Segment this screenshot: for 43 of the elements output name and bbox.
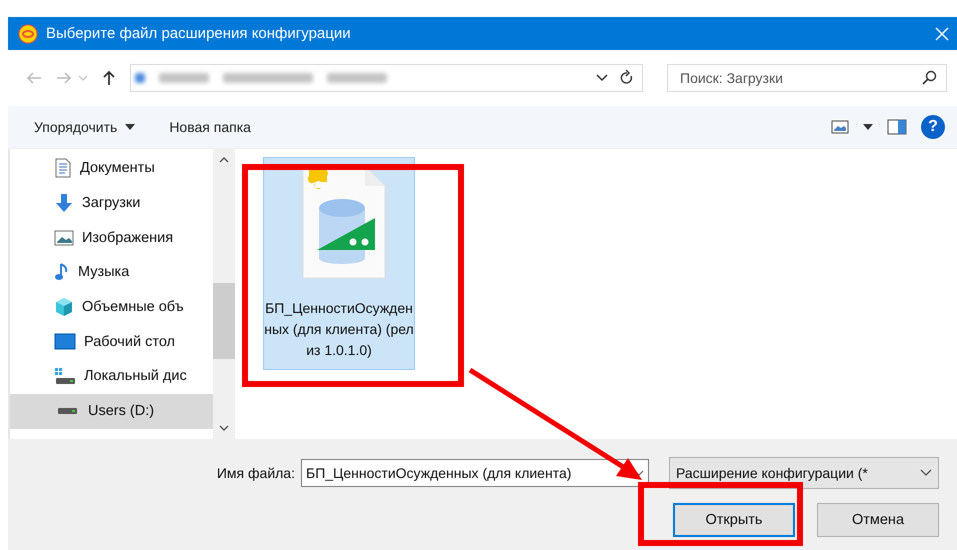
window-title: Выберите файл расширения конфигурации: [46, 25, 352, 42]
search-icon: [921, 70, 937, 86]
new-folder-button[interactable]: Новая папка: [159, 115, 261, 139]
scrollbar[interactable]: [213, 149, 235, 439]
chevron-down-icon: [920, 469, 932, 477]
sidebar-item[interactable]: Рабочий стол: [10, 324, 213, 360]
refresh-icon[interactable]: [620, 70, 634, 86]
document-icon: [54, 158, 72, 178]
caret-icon[interactable]: [863, 124, 873, 130]
disk-drive-icon: [54, 367, 76, 386]
cancel-button[interactable]: Отмена: [817, 503, 939, 537]
preview-pane-icon[interactable]: [887, 119, 907, 135]
file-item[interactable]: БП_ЦенностиОсужденных (для клиента) (релиз 1.0.1.0): [263, 157, 415, 370]
sidebar-item[interactable]: Загрузки: [10, 186, 213, 220]
view-icon[interactable]: [831, 120, 849, 134]
scrollbar-thumb[interactable]: [213, 283, 235, 359]
sidebar-item[interactable]: Изображения: [10, 220, 213, 256]
up-arrow-icon[interactable]: [102, 70, 116, 86]
file-type-dropdown[interactable]: Расширение конфигурации (*: [669, 457, 939, 489]
address-field[interactable]: [130, 64, 643, 92]
chevron-down-icon[interactable]: [219, 425, 229, 431]
sidebar-item[interactable]: Users (D:): [10, 394, 213, 428]
disk-drive-icon: [58, 408, 77, 414]
picture-icon: [54, 230, 74, 246]
music-note-icon: [54, 262, 70, 282]
open-button[interactable]: Открыть: [673, 503, 795, 537]
filename-label: Имя файла:: [216, 465, 295, 481]
sidebar-item[interactable]: Музыка: [10, 255, 213, 290]
sidebar-item[interactable]: Документы: [10, 151, 213, 186]
help-button[interactable]: ?: [921, 115, 945, 139]
desktop-icon: [54, 332, 76, 351]
sidebar-item[interactable]: Объемные объ: [10, 290, 213, 324]
cube-icon: [54, 297, 74, 318]
caret-icon: [125, 124, 136, 130]
search-field[interactable]: Поиск: Загрузки: [667, 64, 947, 92]
chevron-up-icon[interactable]: [219, 157, 229, 163]
filename-field[interactable]: БП_ЦенностиОсужденных (для клиента): [301, 459, 649, 487]
organize-button[interactable]: Упорядочить: [24, 115, 146, 139]
close-icon[interactable]: [935, 26, 949, 40]
sidebar-item[interactable]: Локальный дис: [10, 359, 213, 394]
down-arrow-icon: [54, 193, 74, 214]
app-logo-icon: [18, 24, 38, 44]
chevron-down-icon[interactable]: [596, 74, 608, 82]
